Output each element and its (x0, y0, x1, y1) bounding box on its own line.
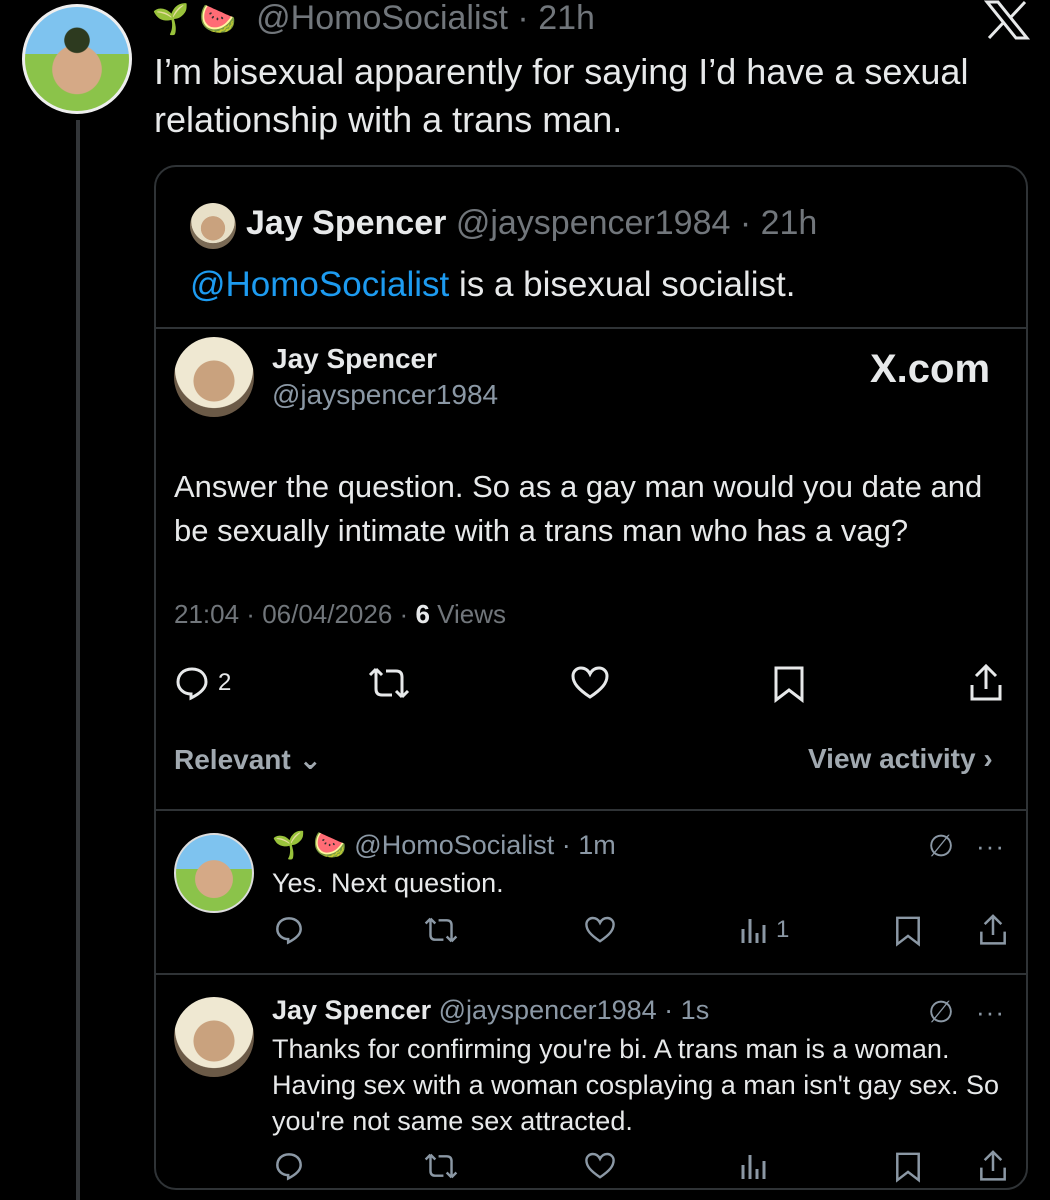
views-icon (741, 919, 766, 943)
quoted-text: @HomoSocialist is a bisexual socialist. (190, 265, 796, 304)
like-icon (571, 666, 609, 699)
screenshot-handle: @jayspencer1984 (272, 379, 499, 410)
post-text: I’m bisexual apparently for saying I’d h… (154, 51, 969, 140)
reply-avatar (174, 833, 254, 913)
share-icon (980, 914, 1006, 945)
reply-text: Yes. Next question. (272, 868, 504, 898)
reply-like-action (584, 1151, 616, 1181)
share-icon (970, 663, 1002, 701)
divider (156, 973, 1026, 975)
post-time[interactable]: 21h (538, 0, 595, 37)
reply-bookmark-action (894, 1151, 922, 1183)
reply-name: Jay Spencer (272, 995, 432, 1025)
screenshot-like-action (570, 665, 610, 701)
reply-text: Thanks for confirming you're bi. A trans… (272, 1034, 1000, 1136)
reply-repost-action (424, 1151, 458, 1181)
post-header: 🌱 🍉 @HomoSocialist · 21h (152, 0, 595, 37)
sort-dropdown: Relevant ⌄ (174, 744, 322, 775)
seedling-emoji: 🌱 (152, 2, 190, 37)
like-icon (585, 916, 615, 943)
reply-avatar (174, 997, 254, 1077)
quoted-avatar[interactable] (190, 203, 236, 249)
quoted-post-card[interactable]: Jay Spencer @jayspencer1984 · 21h @HomoS… (154, 165, 1028, 1190)
screenshot-bookmark-action (772, 665, 806, 703)
reply-bookmark-action (894, 915, 922, 947)
quoted-handle[interactable]: @jayspencer1984 (456, 204, 731, 242)
grok-icon: ∅ (928, 830, 955, 863)
screenshot-name: Jay Spencer (272, 343, 437, 374)
bookmark-icon (774, 666, 804, 703)
reply-icon (176, 667, 208, 701)
xcom-brand: X.com (870, 347, 991, 391)
reply-time: 1m (578, 830, 616, 860)
bookmark-icon (896, 1152, 920, 1183)
quoted-time: 21h (760, 204, 818, 242)
reply-header: Jay Spencer @jayspencer1984 · 1s (272, 995, 710, 1025)
thread-line (76, 120, 80, 1200)
avatar[interactable] (22, 4, 132, 114)
reply-views-action: 1 (740, 915, 789, 945)
mention-link[interactable]: @HomoSocialist (190, 265, 449, 304)
screenshot-text: Answer the question. So as a gay man wou… (174, 469, 983, 548)
reply-repost-action (424, 915, 458, 945)
reply-share-action (978, 1149, 1008, 1183)
post-handle[interactable]: @HomoSocialist (256, 0, 508, 37)
reply-icon (276, 917, 302, 945)
reply-like-action (584, 915, 616, 945)
views-icon (741, 1155, 766, 1179)
reply-icon (276, 1153, 302, 1181)
screenshot-avatar (174, 337, 254, 417)
reply-share-action (978, 913, 1008, 947)
share-icon (980, 1150, 1006, 1181)
more-icon: ··· (976, 831, 1005, 861)
screenshot-repost-action (368, 665, 410, 701)
watermelon-emoji: 🍉 (199, 2, 237, 37)
quoted-name[interactable]: Jay Spencer (246, 204, 446, 242)
reply-reply-action (274, 1151, 304, 1181)
bookmark-icon (896, 916, 920, 947)
screenshot-share-action (968, 663, 1004, 703)
reply-views-action (740, 1151, 768, 1181)
more-icon: ··· (976, 997, 1005, 1027)
reply-header: 🌱 🍉 @HomoSocialist · 1m (272, 830, 616, 861)
quoted-header: Jay Spencer @jayspencer1984 · 21h (246, 204, 818, 242)
reply-handle: @HomoSocialist (354, 830, 555, 860)
divider (156, 809, 1026, 811)
screenshot-meta: 21:04 · 06/04/2026 · 6 Views (174, 599, 507, 629)
like-icon (585, 1152, 615, 1179)
x-logo-icon[interactable] (984, 0, 1030, 40)
reply-handle: @jayspencer1984 (438, 995, 657, 1025)
reply-reply-action (274, 915, 304, 945)
repost-icon (424, 1153, 458, 1179)
repost-icon (424, 917, 458, 943)
grok-icon: ∅ (928, 996, 955, 1029)
view-activity-link: View activity › (808, 743, 993, 774)
screenshot-reply-action: 2 (174, 665, 231, 701)
repost-icon (368, 667, 410, 699)
divider (156, 327, 1026, 329)
reply-time: 1s (680, 995, 710, 1025)
